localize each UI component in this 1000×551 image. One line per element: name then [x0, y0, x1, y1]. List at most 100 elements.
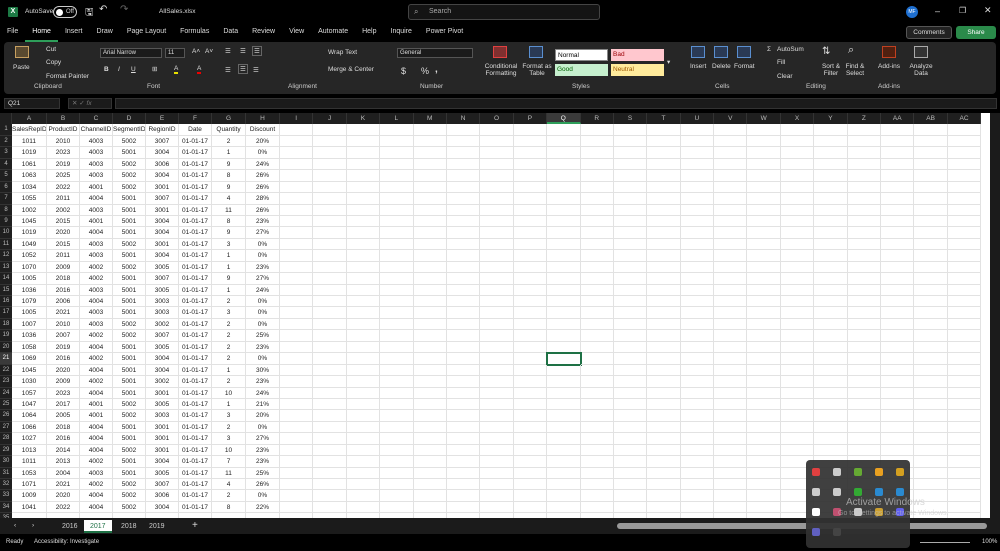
format-cells-icon[interactable] — [737, 46, 751, 58]
table-cell[interactable] — [947, 330, 982, 342]
table-cell[interactable] — [547, 170, 581, 182]
table-cell[interactable] — [446, 273, 481, 285]
table-cell[interactable] — [446, 261, 481, 274]
table-cell[interactable]: 4001 — [80, 181, 113, 194]
table-cell[interactable] — [280, 364, 314, 377]
table-cell[interactable] — [280, 158, 314, 171]
table-cell[interactable] — [380, 261, 414, 274]
table-cell[interactable] — [714, 170, 748, 182]
table-cell[interactable] — [947, 433, 982, 445]
table-cell[interactable]: 3004 — [146, 170, 179, 182]
table-cell[interactable]: 5001 — [113, 387, 146, 399]
style-normal[interactable]: Normal — [555, 49, 608, 61]
table-cell[interactable]: 01-01-17 — [179, 181, 212, 194]
table-cell[interactable]: 1064 — [12, 410, 47, 422]
table-cell[interactable] — [580, 273, 614, 285]
table-cell[interactable]: 23% — [246, 215, 280, 228]
table-cell[interactable] — [280, 250, 314, 262]
align-left-icon[interactable]: ☰ — [225, 66, 231, 74]
table-cell[interactable] — [680, 227, 715, 239]
table-cell[interactable] — [413, 364, 447, 377]
table-cell[interactable] — [280, 398, 314, 411]
table-cell[interactable] — [680, 250, 715, 262]
table-cell[interactable] — [947, 296, 982, 308]
table-cell[interactable] — [547, 433, 581, 445]
row-header[interactable]: 24 — [0, 387, 12, 399]
table-cell[interactable] — [680, 318, 715, 331]
table-cell[interactable] — [413, 501, 447, 514]
table-cell[interactable] — [580, 227, 614, 239]
table-cell[interactable] — [747, 284, 781, 296]
table-cell[interactable]: 3004 — [146, 456, 179, 468]
table-cell[interactable] — [547, 296, 581, 308]
table-cell[interactable]: 1052 — [12, 250, 47, 262]
table-cell[interactable] — [346, 181, 381, 194]
table-cell[interactable]: 4004 — [80, 341, 113, 354]
table-cell[interactable]: 2 — [212, 353, 246, 365]
header-cell[interactable] — [881, 124, 915, 136]
horizontal-scrollbar[interactable] — [617, 523, 987, 529]
align-middle-icon[interactable]: ☰ — [240, 47, 246, 55]
table-cell[interactable] — [480, 444, 514, 457]
table-cell[interactable] — [346, 238, 381, 251]
table-cell[interactable] — [814, 444, 848, 457]
table-cell[interactable] — [413, 410, 447, 422]
table-cell[interactable] — [613, 467, 648, 479]
table-cell[interactable]: 2010 — [47, 135, 80, 148]
table-cell[interactable] — [280, 467, 314, 479]
addins-button[interactable]: Add-ins — [878, 63, 900, 70]
table-cell[interactable] — [380, 410, 414, 422]
table-cell[interactable] — [714, 467, 748, 479]
font-name-select[interactable]: Arial Narrow — [100, 48, 162, 58]
table-cell[interactable] — [780, 215, 815, 228]
table-cell[interactable] — [881, 376, 915, 388]
format-painter-button[interactable]: Format Painter — [46, 73, 89, 80]
header-cell[interactable] — [580, 124, 614, 136]
table-cell[interactable] — [346, 215, 381, 228]
table-cell[interactable] — [647, 261, 681, 274]
table-cell[interactable] — [947, 215, 982, 228]
table-cell[interactable] — [580, 444, 614, 457]
table-cell[interactable]: 2014 — [47, 444, 80, 457]
table-cell[interactable] — [947, 490, 982, 502]
table-cell[interactable] — [513, 318, 548, 331]
table-cell[interactable]: 2002 — [47, 204, 80, 216]
table-cell[interactable]: 5001 — [113, 284, 146, 296]
header-cell[interactable] — [680, 124, 715, 136]
table-cell[interactable]: 3005 — [146, 341, 179, 354]
table-cell[interactable]: 4002 — [80, 376, 113, 388]
table-cell[interactable] — [280, 170, 314, 182]
table-cell[interactable] — [680, 421, 715, 434]
table-cell[interactable] — [714, 456, 748, 468]
table-cell[interactable]: 8 — [212, 170, 246, 182]
table-cell[interactable] — [280, 387, 314, 399]
table-cell[interactable]: 2010 — [47, 318, 80, 331]
table-cell[interactable] — [847, 181, 882, 194]
table-cell[interactable]: 4004 — [80, 364, 113, 377]
table-cell[interactable] — [380, 398, 414, 411]
table-cell[interactable] — [613, 307, 648, 319]
table-cell[interactable] — [680, 376, 715, 388]
table-cell[interactable] — [747, 410, 781, 422]
table-cell[interactable] — [480, 227, 514, 239]
row-header[interactable]: 20 — [0, 341, 12, 354]
table-cell[interactable] — [446, 444, 481, 457]
number-format-select[interactable]: General — [397, 48, 473, 58]
paste-icon[interactable] — [15, 46, 29, 58]
table-cell[interactable] — [881, 193, 915, 205]
undo-icon[interactable]: ↶ — [99, 4, 107, 15]
table-cell[interactable] — [680, 410, 715, 422]
table-cell[interactable] — [613, 296, 648, 308]
table-cell[interactable]: 4002 — [80, 456, 113, 468]
file-name[interactable]: AllSales.xlsx — [159, 8, 195, 15]
table-cell[interactable] — [446, 135, 481, 148]
table-cell[interactable]: 4001 — [80, 410, 113, 422]
table-cell[interactable] — [947, 170, 982, 182]
table-cell[interactable] — [747, 456, 781, 468]
header-cell[interactable] — [647, 124, 681, 136]
table-cell[interactable] — [280, 284, 314, 296]
table-cell[interactable] — [747, 398, 781, 411]
table-cell[interactable] — [847, 444, 882, 457]
table-cell[interactable] — [346, 296, 381, 308]
table-cell[interactable] — [881, 170, 915, 182]
